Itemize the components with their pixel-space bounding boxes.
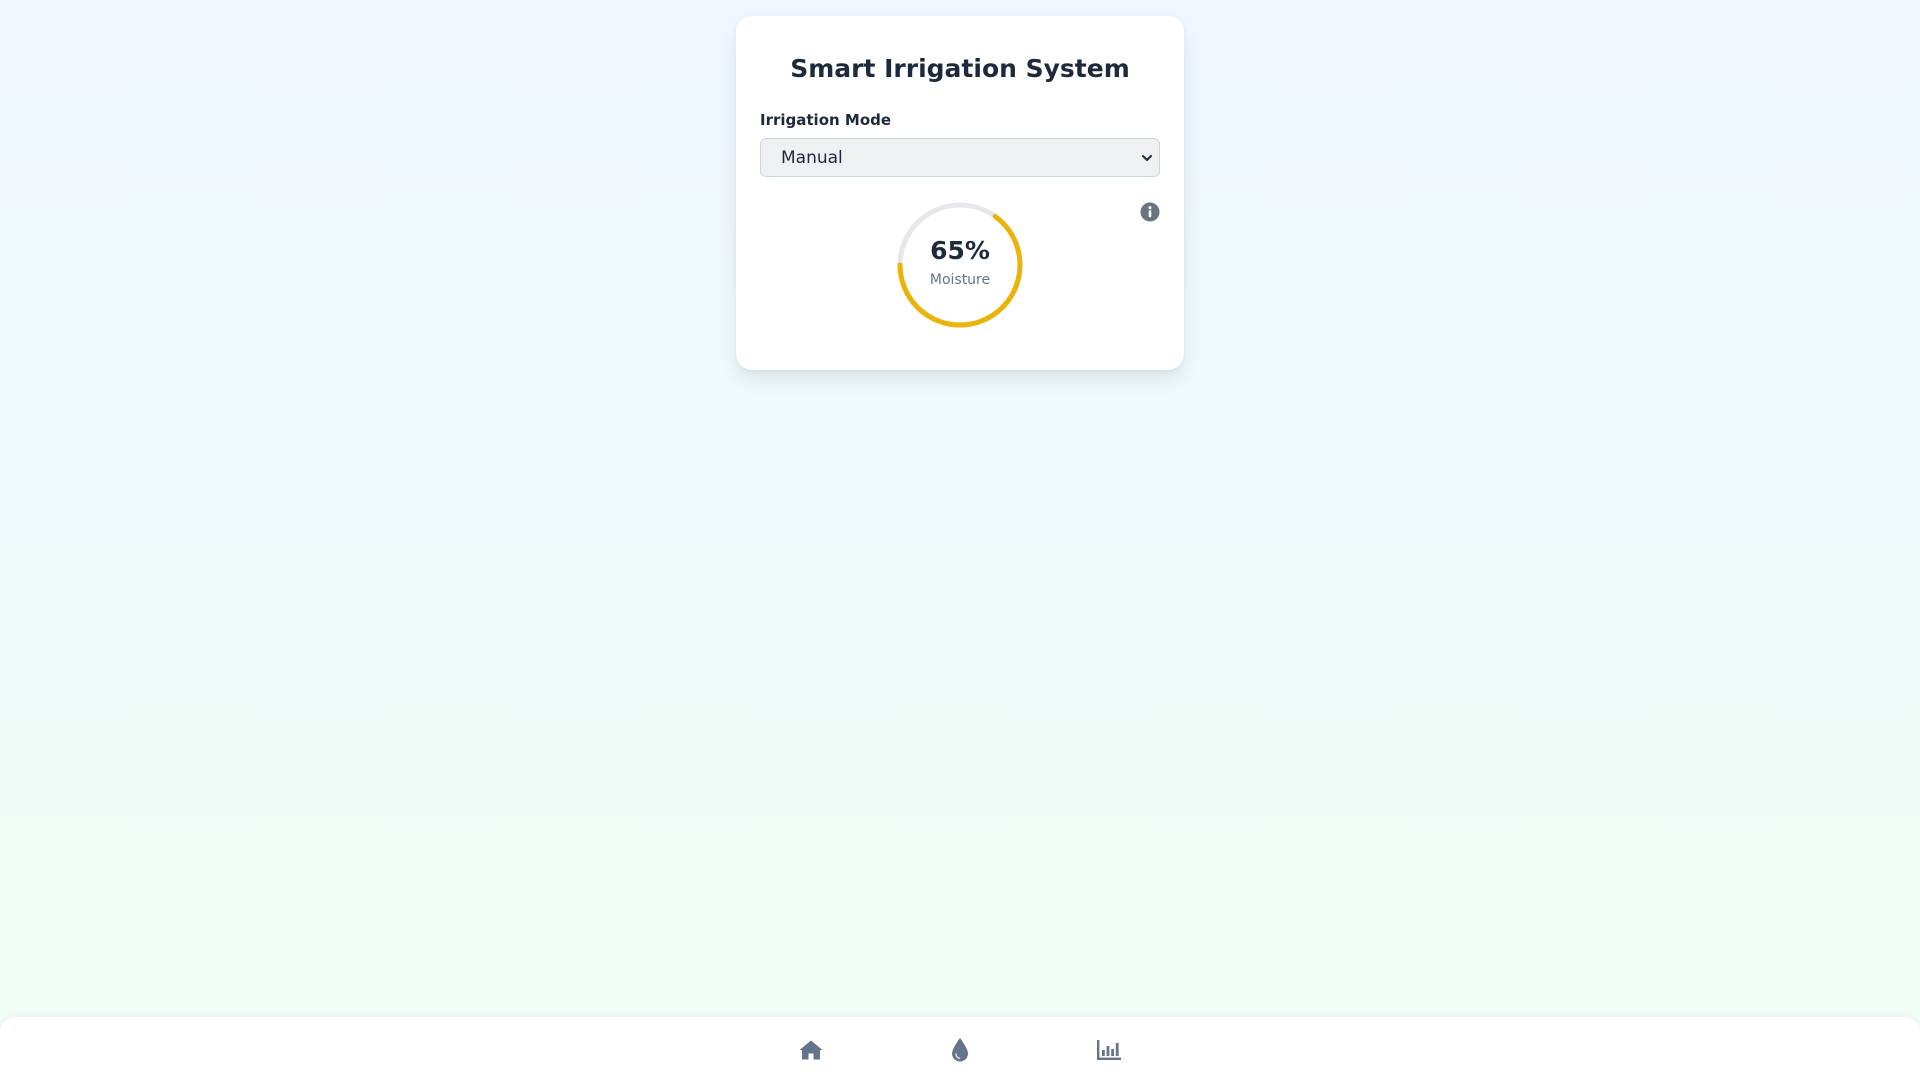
moisture-gauge-graphic [897, 202, 1023, 328]
page-title: Smart Irrigation System [790, 54, 1130, 83]
irrigation-mode-label: Irrigation Mode [760, 111, 892, 129]
info-icon[interactable] [1140, 202, 1160, 222]
nav-stats-button[interactable] [1095, 1037, 1123, 1063]
nav-home-button[interactable] [797, 1037, 825, 1063]
water-drop-icon [952, 1038, 968, 1062]
bottom-nav [0, 1017, 1920, 1080]
irrigation-mode-select-wrapper: Manual [760, 138, 1160, 177]
bar-chart-icon [1097, 1040, 1121, 1060]
irrigation-mode-select[interactable]: Manual [761, 139, 1159, 176]
moisture-value: 65% [930, 236, 990, 265]
nav-water-button[interactable] [946, 1037, 974, 1063]
moisture-gauge-area: 65% Moisture [760, 189, 1160, 339]
moisture-label: Moisture [929, 272, 991, 288]
moisture-gauge: 65% Moisture [896, 201, 1024, 329]
irrigation-card: Smart Irrigation System Irrigation Mode … [736, 16, 1184, 370]
home-icon [799, 1040, 823, 1060]
